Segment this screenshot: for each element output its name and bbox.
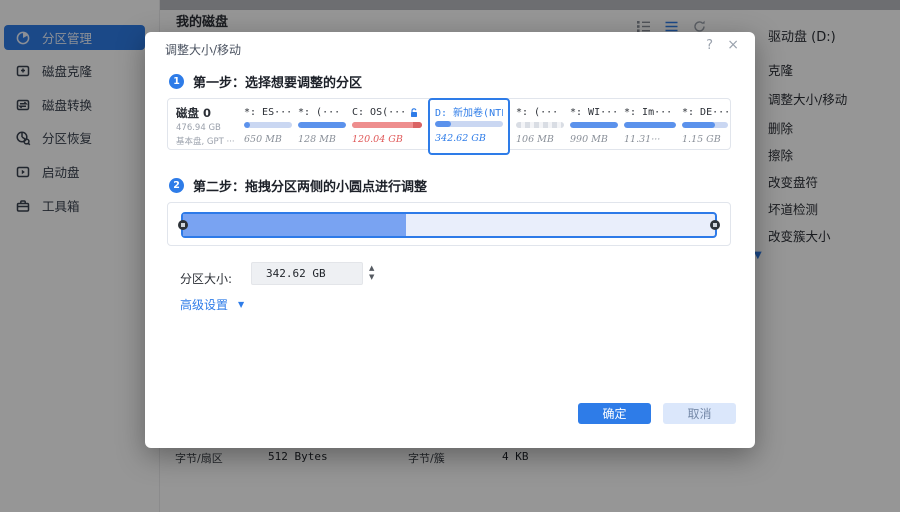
partition-size-label: 分区大小: xyxy=(180,270,232,287)
disk-partition-strip: 磁盘 0 476.94 GB 基本盘, GPT ··· *: ES··· 650… xyxy=(167,98,731,150)
resize-slider-track[interactable] xyxy=(181,212,717,238)
stepper-down-icon[interactable]: ▼ xyxy=(369,273,374,281)
step2-number-badge: 2 xyxy=(169,178,184,193)
advanced-settings-toggle[interactable]: 高级设置 ▼ xyxy=(180,296,244,313)
cancel-button[interactable]: 取消 xyxy=(663,403,736,424)
step1-heading: 1 第一步：选择想要调整的分区 xyxy=(169,72,362,91)
partition-card-de[interactable]: *: DE··· 1.15 GB xyxy=(682,105,728,149)
disk-type: 基本盘, GPT ··· xyxy=(176,135,244,147)
disk-info: 磁盘 0 476.94 GB 基本盘, GPT ··· xyxy=(176,105,244,149)
partition-card-image[interactable]: *: Im··· 11.31··· xyxy=(624,105,676,149)
partition-card-winre[interactable]: *: WI··· 990 MB xyxy=(570,105,618,149)
partition-card-c[interactable]: C: OS(··· 120.04 GB xyxy=(352,105,422,149)
step1-text: 第一步：选择想要调整的分区 xyxy=(193,72,362,91)
partition-card-d-selected[interactable]: D: 新加卷(NTFS) 342.62 GB xyxy=(428,98,510,155)
partition-card-unallocated[interactable]: *: (··· 106 MB xyxy=(516,105,564,149)
resize-move-dialog: 调整大小/移动 ? × 1 第一步：选择想要调整的分区 磁盘 0 476.94 … xyxy=(145,32,755,448)
partition-cards: *: ES··· 650 MB *: (··· 128 MB C: OS(···… xyxy=(244,105,728,149)
size-stepper[interactable]: ▲ ▼ xyxy=(369,264,374,281)
slider-right-handle[interactable] xyxy=(710,220,720,230)
dialog-title: 调整大小/移动 xyxy=(165,41,241,58)
chevron-down-icon: ▼ xyxy=(238,300,244,309)
partition-size-input[interactable] xyxy=(251,262,363,285)
close-icon[interactable]: × xyxy=(727,37,739,53)
unlock-icon xyxy=(409,108,419,118)
ok-button[interactable]: 确定 xyxy=(578,403,651,424)
slider-used-space xyxy=(183,214,406,236)
step2-text: 第二步：拖拽分区两侧的小圆点进行调整 xyxy=(193,176,427,195)
disk-name: 磁盘 0 xyxy=(176,105,244,121)
step2-heading: 2 第二步：拖拽分区两侧的小圆点进行调整 xyxy=(169,176,427,195)
partition-card-msr[interactable]: *: (··· 128 MB xyxy=(298,105,346,149)
disk-size: 476.94 GB xyxy=(176,123,244,133)
slider-left-handle[interactable] xyxy=(178,220,188,230)
partition-card-esp[interactable]: *: ES··· 650 MB xyxy=(244,105,292,149)
help-icon[interactable]: ? xyxy=(706,38,713,53)
stepper-up-icon[interactable]: ▲ xyxy=(369,264,374,272)
resize-slider-container xyxy=(167,202,731,246)
step1-number-badge: 1 xyxy=(169,74,184,89)
